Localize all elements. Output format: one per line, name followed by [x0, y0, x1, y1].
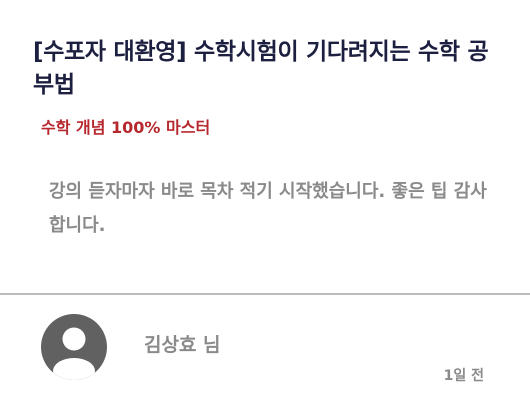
post-subtitle: 수학 개념 100% 마스터: [41, 118, 211, 137]
comment-author: 김상효 님: [144, 334, 221, 356]
post-card: [수포자 대환영] 수학시험이 기다려지는 수학 공부법 수학 개념 100% …: [0, 0, 530, 400]
divider: [0, 293, 530, 295]
comment-time: 1일 전: [443, 368, 484, 384]
user-avatar-icon[interactable]: [40, 313, 108, 381]
post-title[interactable]: [수포자 대환영] 수학시험이 기다려지는 수학 공부법: [33, 36, 503, 102]
comment-text: 강의 듣자마자 바로 목차 적기 시작했습니다. 좋은 팁 감사합니다.: [49, 181, 487, 236]
avatar-svg: [41, 314, 107, 380]
